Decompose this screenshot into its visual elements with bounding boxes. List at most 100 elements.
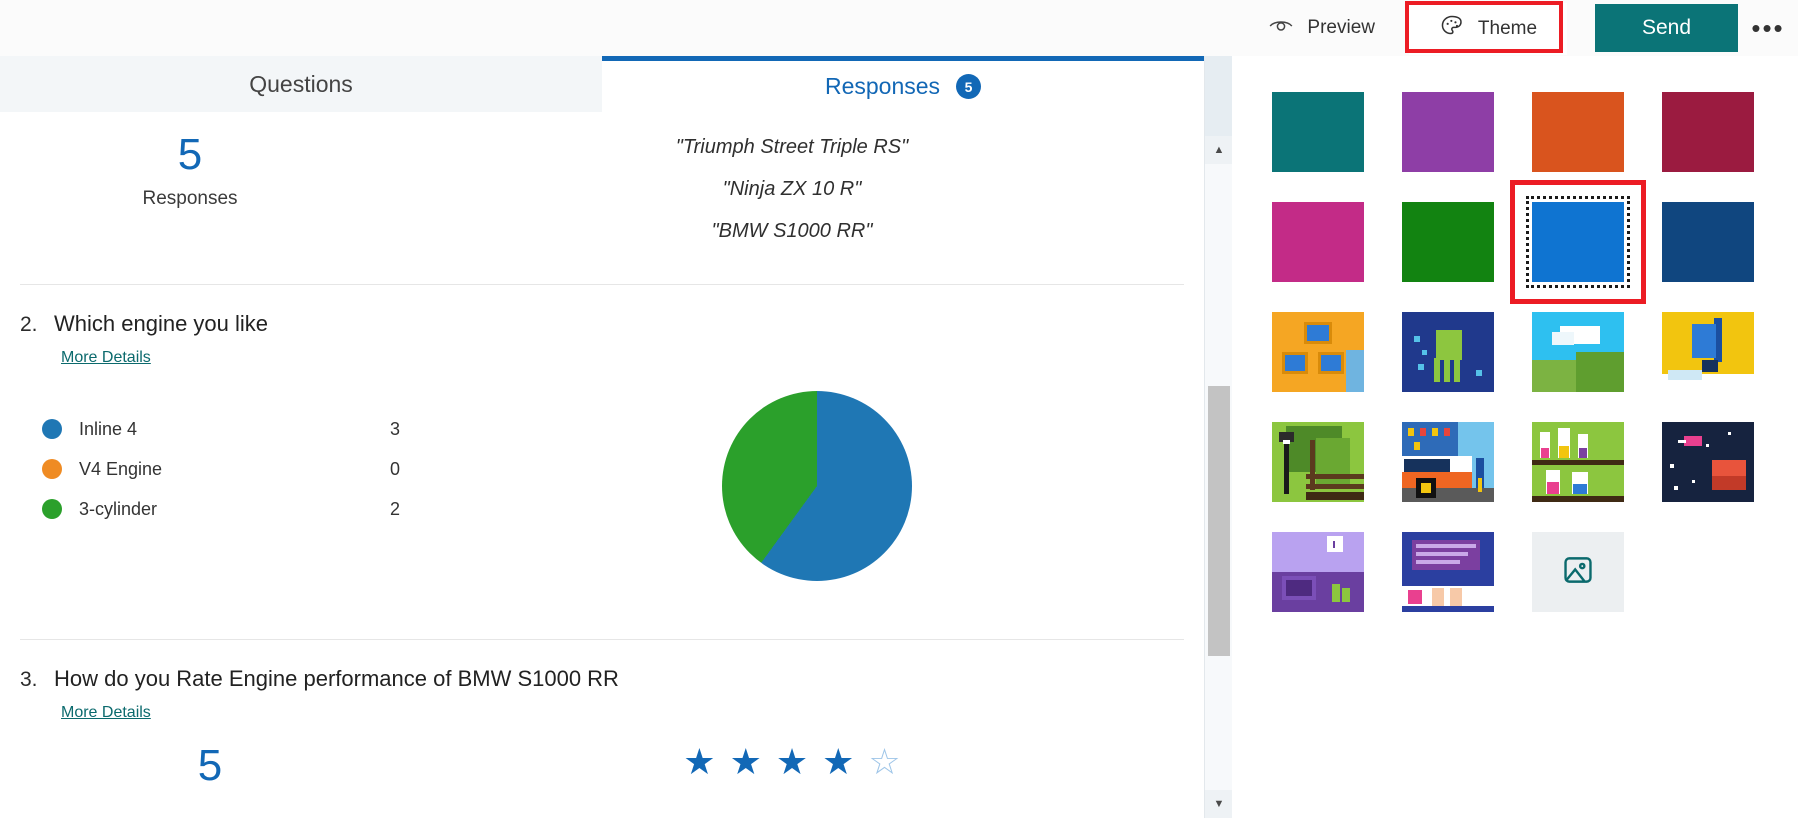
text-answer-item: "Triumph Street Triple RS" — [380, 136, 1204, 158]
illustration-shape — [1712, 476, 1746, 490]
illustration-shape — [1416, 544, 1476, 548]
legend-item: 3-cylinder 2 — [42, 489, 450, 529]
legend-label: V4 Engine — [79, 459, 390, 480]
theme-illustration-cell-octopus-underwater — [1402, 312, 1494, 392]
illustration-shape — [1285, 355, 1305, 371]
theme-swatch-maroon[interactable] — [1662, 92, 1754, 172]
question-2-more-details-link[interactable]: More Details — [61, 349, 151, 367]
theme-illustration-city-bus[interactable] — [1402, 422, 1494, 502]
theme-swatch-purple[interactable] — [1402, 92, 1494, 172]
theme-swatch-blue[interactable] — [1532, 202, 1624, 282]
theme-illustration-night-typing[interactable] — [1402, 532, 1494, 612]
question-3-more-details-link[interactable]: More Details — [61, 704, 151, 722]
legend-color-dot — [42, 499, 62, 519]
theme-illustration-cloud-hills[interactable] — [1532, 312, 1624, 392]
star-filled-icon: ★ — [683, 744, 715, 780]
theme-swatch-magenta[interactable] — [1272, 202, 1364, 282]
send-label: Send — [1642, 16, 1691, 40]
tab-questions[interactable]: Questions — [0, 56, 602, 112]
illustration-shape — [1422, 350, 1427, 355]
scroll-up-arrow[interactable]: ▲ — [1205, 136, 1232, 164]
theme-illustration-cell-night-typing — [1402, 532, 1494, 612]
illustration-shape — [1408, 590, 1422, 604]
illustration-shape — [1432, 428, 1438, 436]
theme-illustration-purple-desk[interactable] — [1272, 532, 1364, 612]
illustration-shape — [1284, 436, 1289, 494]
theme-illustration-science-lab[interactable] — [1532, 422, 1624, 502]
theme-swatch-cell-orange — [1532, 92, 1624, 172]
theme-illustration-cell-science-lab — [1532, 422, 1624, 502]
scrollbar-thumb[interactable] — [1208, 386, 1230, 656]
responses-total-number: 5 — [0, 132, 380, 178]
legend-color-dot — [42, 419, 62, 439]
tab-responses[interactable]: Responses 5 — [602, 56, 1204, 112]
theme-swatch-cell-navy — [1662, 202, 1754, 282]
theme-swatch-navy[interactable] — [1662, 202, 1754, 282]
theme-swatch-cell-blue — [1532, 202, 1624, 282]
illustration-shape — [1286, 580, 1312, 596]
theme-illustration-gallery-wall[interactable] — [1272, 312, 1364, 392]
star-empty-icon: ☆ — [868, 744, 900, 780]
question-3-header: 3. How do you Rate Engine performance of… — [20, 666, 1184, 692]
illustration-shape — [1414, 336, 1420, 342]
theme-swatch-teal[interactable] — [1272, 92, 1364, 172]
rating-response-count: 5 — [20, 744, 400, 788]
illustration-shape — [1476, 370, 1482, 376]
illustration-shape — [1434, 358, 1440, 382]
text-answer-item: "Ninja ZX 10 R" — [380, 178, 1204, 200]
eye-icon — [1268, 12, 1294, 44]
theme-illustration-cell-park-bench — [1272, 422, 1364, 502]
legend-value: 0 — [390, 459, 450, 480]
illustration-shape — [1547, 482, 1559, 494]
question-2-header: 2. Which engine you like — [20, 311, 1184, 337]
illustration-shape — [1573, 484, 1587, 494]
tab-responses-label: Responses — [825, 73, 940, 100]
theme-illustration-space-rocket[interactable] — [1662, 422, 1754, 502]
scrollbar-track-top[interactable] — [1205, 56, 1232, 136]
toolbar-spacer — [0, 0, 1250, 56]
responses-content: 5 Responses "Triumph Street Triple RS" "… — [0, 112, 1204, 788]
illustration-shape — [1668, 370, 1702, 380]
theme-swatch-cell-teal — [1272, 92, 1364, 172]
theme-swatch-cell-maroon — [1662, 92, 1754, 172]
theme-illustration-windsurfing[interactable] — [1662, 312, 1754, 392]
theme-button[interactable]: Theme — [1409, 3, 1567, 55]
legend-color-dot — [42, 459, 62, 479]
send-button[interactable]: Send — [1595, 4, 1738, 52]
illustration-shape — [1728, 432, 1731, 435]
theme-label: Theme — [1478, 18, 1537, 40]
illustration-shape — [1310, 440, 1315, 490]
question-block-2: 2. Which engine you like More Details In… — [0, 285, 1204, 581]
illustration-shape — [1444, 428, 1450, 436]
illustration-shape — [1454, 358, 1460, 382]
illustration-shape — [1306, 492, 1364, 500]
illustration-shape — [1332, 584, 1340, 602]
illustration-shape — [1450, 588, 1462, 608]
theme-swatch-green[interactable] — [1402, 202, 1494, 282]
theme-illustration-octopus-underwater[interactable] — [1402, 312, 1494, 392]
image-icon — [1561, 553, 1595, 592]
theme-illustration-cell-purple-desk — [1272, 532, 1364, 612]
more-options-button[interactable]: ••• — [1738, 0, 1798, 56]
illustration-shape — [1346, 350, 1364, 392]
theme-illustration-park-bench[interactable] — [1272, 422, 1364, 502]
text-answer-item: "BMW S1000 RR" — [380, 220, 1204, 242]
illustration-shape — [1418, 364, 1424, 370]
theme-swatch-orange[interactable] — [1532, 92, 1624, 172]
illustration-shape — [1283, 440, 1290, 444]
illustration-shape — [1444, 358, 1450, 382]
responses-summary: 5 Responses — [0, 122, 380, 210]
illustration-shape — [1552, 332, 1574, 345]
responses-scrollbar[interactable]: ▲ ▼ — [1204, 56, 1232, 818]
text-answer-list: "Triumph Street Triple RS" "Ninja ZX 10 … — [380, 122, 1204, 262]
theme-swatch-cell-magenta — [1272, 202, 1364, 282]
illustration-shape — [1307, 325, 1329, 341]
scroll-down-arrow[interactable]: ▼ — [1205, 790, 1232, 818]
theme-image-placeholder-cell — [1532, 532, 1624, 612]
upload-image-button[interactable] — [1532, 532, 1624, 612]
illustration-shape — [1402, 606, 1494, 612]
top-toolbar: Preview Theme Send •• — [0, 0, 1798, 56]
responses-count-badge: 5 — [956, 74, 981, 99]
preview-button[interactable]: Preview — [1250, 0, 1393, 56]
question-block-3: 3. How do you Rate Engine performance of… — [0, 640, 1204, 788]
